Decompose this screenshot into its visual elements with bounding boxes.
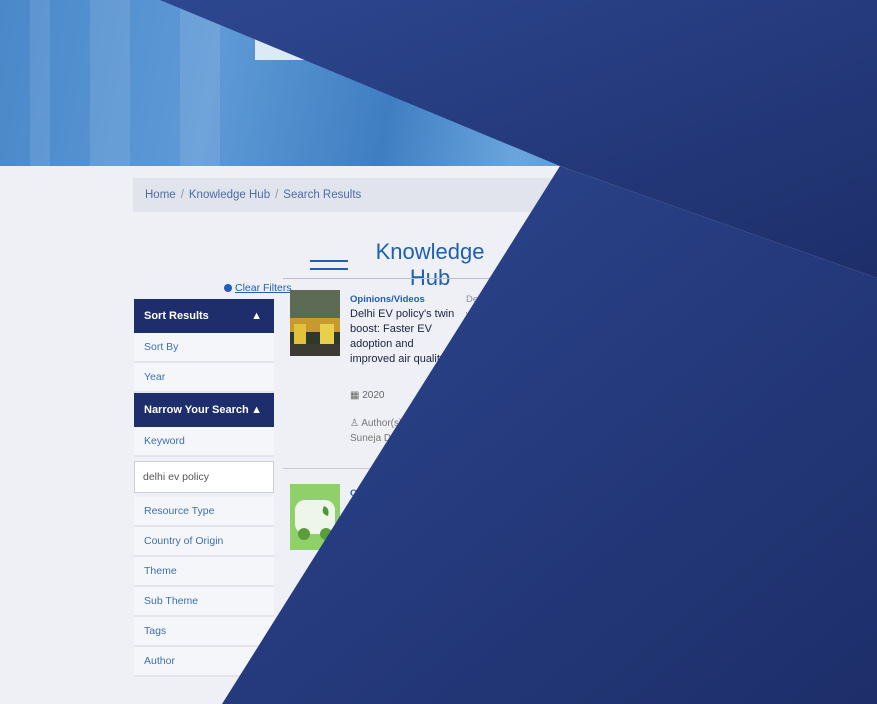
breadcrumb-separator: /	[180, 189, 184, 201]
result-card: Opinions/Videos Delhi EV policy's twin b…	[290, 290, 755, 460]
result-description: Delhi took an exciting step toward clean…	[466, 294, 675, 412]
result-year-value: 2020	[362, 390, 385, 401]
clear-filters-label: Clear Filters	[235, 282, 292, 294]
sub-theme-filter[interactable]: Sub Theme	[134, 587, 274, 617]
sort-results-label: Sort Results	[144, 310, 209, 322]
breadcrumb: Home / Knowledge Hub / Search Results	[133, 178, 753, 212]
author-filter[interactable]: Author	[134, 647, 274, 677]
page-title: Knowledge Hub	[310, 239, 551, 291]
filter-sidebar: Sort Results ▲ Sort By Year Narrow Your …	[134, 299, 274, 677]
result-author: ♙ Author(s) : Ghate A, Suneja D	[350, 416, 455, 446]
narrow-search-header[interactable]: Narrow Your Search ▲	[134, 393, 274, 427]
banner-streak	[180, 0, 220, 166]
chevron-up-icon: ▲	[251, 310, 262, 322]
banner-streak	[30, 0, 50, 166]
result-author: ♙ Autho	[350, 598, 455, 613]
year-option[interactable]: Year	[134, 363, 274, 393]
result-card: Opinions/Videos Delhi EV Policy: Govt la…	[290, 484, 755, 654]
sort-by-option[interactable]: Sort By	[134, 333, 274, 363]
keyword-filter[interactable]: Keyword	[134, 427, 274, 457]
banner-streak	[90, 0, 130, 166]
breadcrumb-home[interactable]: Home	[145, 189, 176, 201]
result-year-value: 2019	[362, 574, 385, 585]
keyword-input[interactable]: delhi ev policy	[134, 461, 274, 493]
narrow-search-label: Narrow Your Search	[144, 404, 249, 416]
result-divider	[283, 468, 753, 469]
result-description: The policy by far presents comprehensive…	[466, 488, 650, 515]
hero-banner	[0, 0, 877, 166]
sort-results-header[interactable]: Sort Results ▲	[134, 299, 274, 333]
chevron-up-icon: ▲	[251, 404, 262, 416]
page-content: Home / Knowledge Hub / Search Results Kn…	[0, 166, 877, 704]
banner-panel	[255, 20, 325, 60]
result-thumbnail[interactable]	[290, 484, 340, 550]
user-icon: ♙	[350, 600, 359, 611]
result-category[interactable]: Opinions/Videos	[350, 294, 425, 305]
result-author-value: Author(s) : Ghate A, Suneja D	[350, 418, 450, 444]
breadcrumb-separator: /	[275, 189, 279, 201]
calendar-icon: ▦	[350, 574, 360, 585]
result-title[interactable]: Delhi EV policy's twin boost: Faster EV …	[350, 307, 458, 366]
theme-filter[interactable]: Theme	[134, 557, 274, 587]
title-decoration	[511, 260, 551, 270]
title-decoration	[310, 260, 349, 270]
result-title[interactable]: Delhi EV Policy: Govt lays foundation fo…	[350, 501, 458, 546]
result-year: ▦ 2020	[350, 390, 384, 401]
result-category[interactable]: Opinions/Videos	[350, 488, 425, 499]
tags-filter[interactable]: Tags	[134, 617, 274, 647]
country-filter[interactable]: Country of Origin	[134, 527, 274, 557]
page-title-text: Knowledge Hub	[375, 239, 485, 290]
resource-type-filter[interactable]: Resource Type	[134, 497, 274, 527]
user-icon: ♙	[350, 418, 359, 429]
results-divider	[283, 278, 753, 279]
result-thumbnail[interactable]	[290, 290, 340, 356]
breadcrumb-knowledge-hub[interactable]: Knowledge Hub	[189, 189, 270, 201]
result-year: ▦ 2019	[350, 574, 384, 585]
calendar-icon: ▦	[350, 390, 360, 401]
clear-filters-link[interactable]: Clear Filters	[224, 282, 292, 294]
clear-icon	[224, 284, 232, 292]
result-author-value: Autho	[361, 600, 388, 611]
breadcrumb-search-results: Search Results	[283, 189, 362, 201]
